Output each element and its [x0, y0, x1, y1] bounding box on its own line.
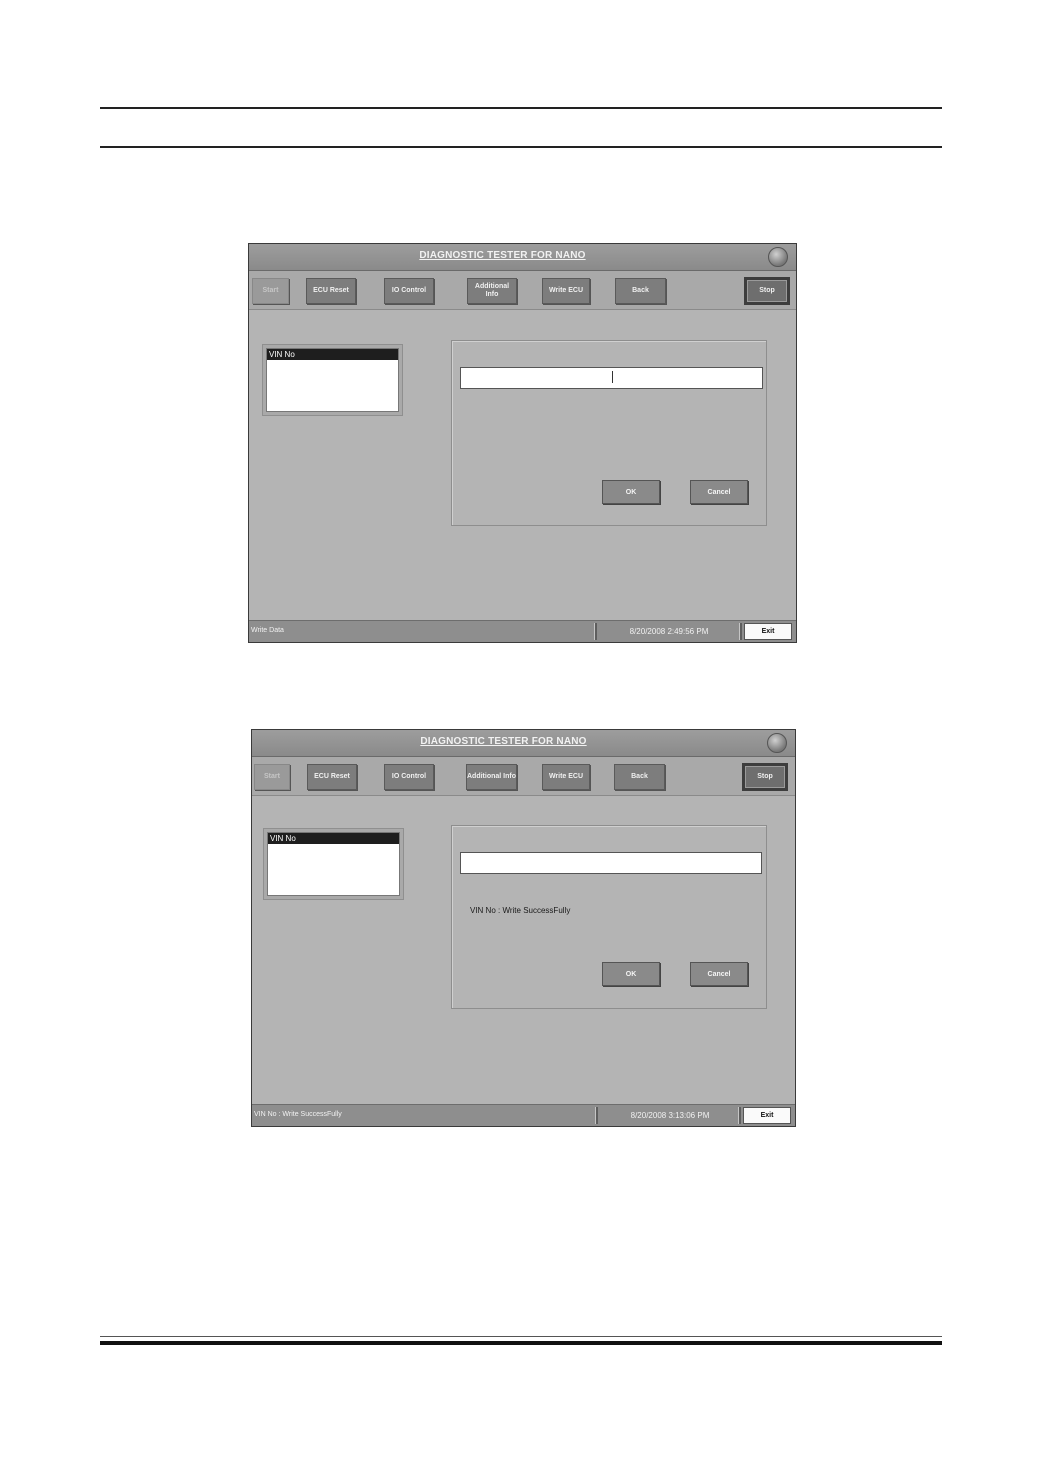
- toolbar: Start ECU Reset IO Control Additional In…: [249, 271, 796, 310]
- write-panel: VIN No : Write SuccessFully OK Cancel: [451, 825, 767, 1009]
- start-button[interactable]: Start: [252, 278, 289, 304]
- additional-info-button[interactable]: Additional Info: [466, 764, 517, 790]
- exit-button[interactable]: Exit: [743, 1107, 791, 1124]
- text-caret: [612, 371, 613, 383]
- write-panel: OK Cancel: [451, 340, 767, 526]
- ecu-reset-button[interactable]: ECU Reset: [306, 278, 356, 304]
- result-message: VIN No : Write SuccessFully: [470, 906, 571, 915]
- ok-button[interactable]: OK: [602, 480, 660, 504]
- status-separator: [738, 1107, 741, 1124]
- status-separator: [594, 623, 597, 640]
- status-separator: [595, 1107, 598, 1124]
- status-text: VIN No : Write SuccessFully: [254, 1111, 342, 1118]
- title-bar: DIAGNOSTIC TESTER FOR NANO: [249, 244, 796, 271]
- screenshot-write-data: DIAGNOSTIC TESTER FOR NANO Start ECU Res…: [248, 243, 797, 643]
- stop-button[interactable]: Stop: [742, 763, 788, 791]
- app-title: DIAGNOSTIC TESTER FOR NANO: [420, 736, 587, 747]
- ok-button[interactable]: OK: [602, 962, 660, 986]
- io-control-button[interactable]: IO Control: [384, 278, 434, 304]
- status-lamp-icon: [767, 733, 787, 753]
- start-button[interactable]: Start: [254, 764, 290, 790]
- ecu-reset-button[interactable]: ECU Reset: [307, 764, 357, 790]
- title-bar: DIAGNOSTIC TESTER FOR NANO: [252, 730, 795, 757]
- status-datetime: 8/20/2008 3:13:06 PM: [630, 1111, 710, 1120]
- status-text: Write Data: [251, 627, 284, 634]
- additional-info-button[interactable]: Additional Info: [467, 278, 517, 304]
- footer-rule-thick: [100, 1341, 942, 1345]
- status-bar: VIN No : Write SuccessFully 8/20/2008 3:…: [252, 1104, 795, 1126]
- back-button[interactable]: Back: [614, 764, 665, 790]
- back-button[interactable]: Back: [615, 278, 666, 304]
- header-rule-top: [100, 107, 942, 109]
- stop-button[interactable]: Stop: [744, 277, 790, 305]
- status-bar: Write Data 8/20/2008 2:49:56 PM Exit: [249, 620, 796, 642]
- cancel-button[interactable]: Cancel: [690, 480, 748, 504]
- screenshot-write-success: DIAGNOSTIC TESTER FOR NANO Start ECU Res…: [251, 729, 796, 1127]
- toolbar: Start ECU Reset IO Control Additional In…: [252, 757, 795, 796]
- status-separator: [739, 623, 742, 640]
- list-item-vin-no[interactable]: VIN No: [268, 833, 399, 844]
- vin-input[interactable]: [460, 367, 763, 389]
- write-ecu-button[interactable]: Write ECU: [542, 764, 590, 790]
- app-title: DIAGNOSTIC TESTER FOR NANO: [419, 250, 586, 261]
- list-item-vin-no[interactable]: VIN No: [267, 349, 398, 360]
- status-lamp-icon: [768, 247, 788, 267]
- parameter-list[interactable]: VIN No: [267, 832, 400, 896]
- footer-rule-thin: [100, 1336, 942, 1337]
- write-ecu-button[interactable]: Write ECU: [542, 278, 590, 304]
- vin-input[interactable]: [460, 852, 762, 874]
- header-rule-bottom: [100, 146, 942, 148]
- exit-button[interactable]: Exit: [744, 623, 792, 640]
- io-control-button[interactable]: IO Control: [384, 764, 434, 790]
- cancel-button[interactable]: Cancel: [690, 962, 748, 986]
- parameter-list[interactable]: VIN No: [266, 348, 399, 412]
- status-datetime: 8/20/2008 2:49:56 PM: [629, 627, 709, 636]
